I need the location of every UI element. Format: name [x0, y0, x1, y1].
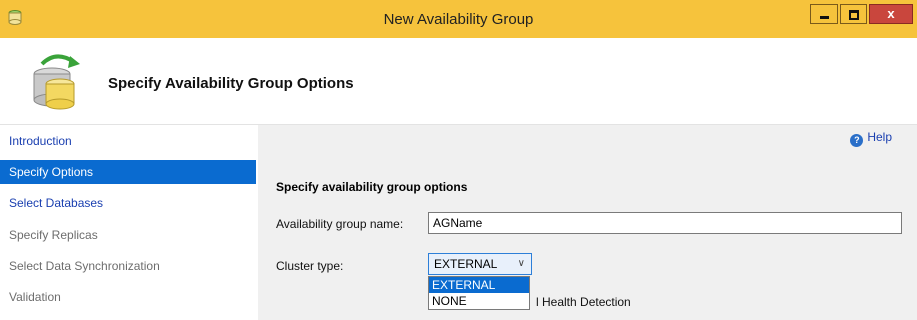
close-button[interactable]: x: [869, 4, 913, 24]
window-title: New Availability Group: [383, 11, 534, 28]
cluster-type-option-none[interactable]: NONE: [429, 293, 529, 309]
wizard-nav: Introduction Specify Options Select Data…: [0, 125, 258, 320]
cluster-type-label: Cluster type:: [276, 259, 344, 273]
cluster-type-option-external[interactable]: EXTERNAL: [429, 277, 529, 293]
health-detection-label: l Health Detection: [536, 295, 631, 309]
ag-name-label: Availability group name:: [276, 217, 404, 231]
cluster-type-value: EXTERNAL: [434, 257, 498, 271]
cluster-type-select[interactable]: EXTERNAL ∨: [428, 253, 532, 275]
title-bar[interactable]: New Availability Group x: [0, 0, 917, 38]
nav-item-introduction[interactable]: Introduction: [0, 129, 256, 153]
help-label: Help: [867, 130, 892, 144]
nav-item-specify-options[interactable]: Specify Options: [0, 160, 256, 184]
minimize-button[interactable]: [810, 4, 838, 24]
nav-item-specify-replicas: Specify Replicas: [9, 228, 98, 242]
main-panel: ? Help Specify availability group options…: [258, 125, 917, 320]
section-title: Specify availability group options: [276, 180, 468, 194]
maximize-button[interactable]: [840, 4, 867, 24]
help-link[interactable]: ? Help: [850, 130, 892, 147]
page-header: Specify Availability Group Options: [0, 38, 917, 125]
help-icon: ?: [850, 134, 864, 147]
cluster-type-dropdown: EXTERNAL NONE: [428, 276, 530, 310]
nav-item-validation: Validation: [9, 290, 61, 304]
chevron-down-icon: ∨: [517, 258, 525, 269]
ag-name-input[interactable]: [428, 212, 902, 234]
close-icon: x: [887, 6, 895, 21]
database-refresh-icon: [33, 54, 80, 110]
nav-item-select-data-synchronization: Select Data Synchronization: [9, 259, 160, 273]
nav-item-select-databases[interactable]: Select Databases: [0, 191, 256, 215]
page-title: Specify Availability Group Options: [108, 75, 354, 92]
